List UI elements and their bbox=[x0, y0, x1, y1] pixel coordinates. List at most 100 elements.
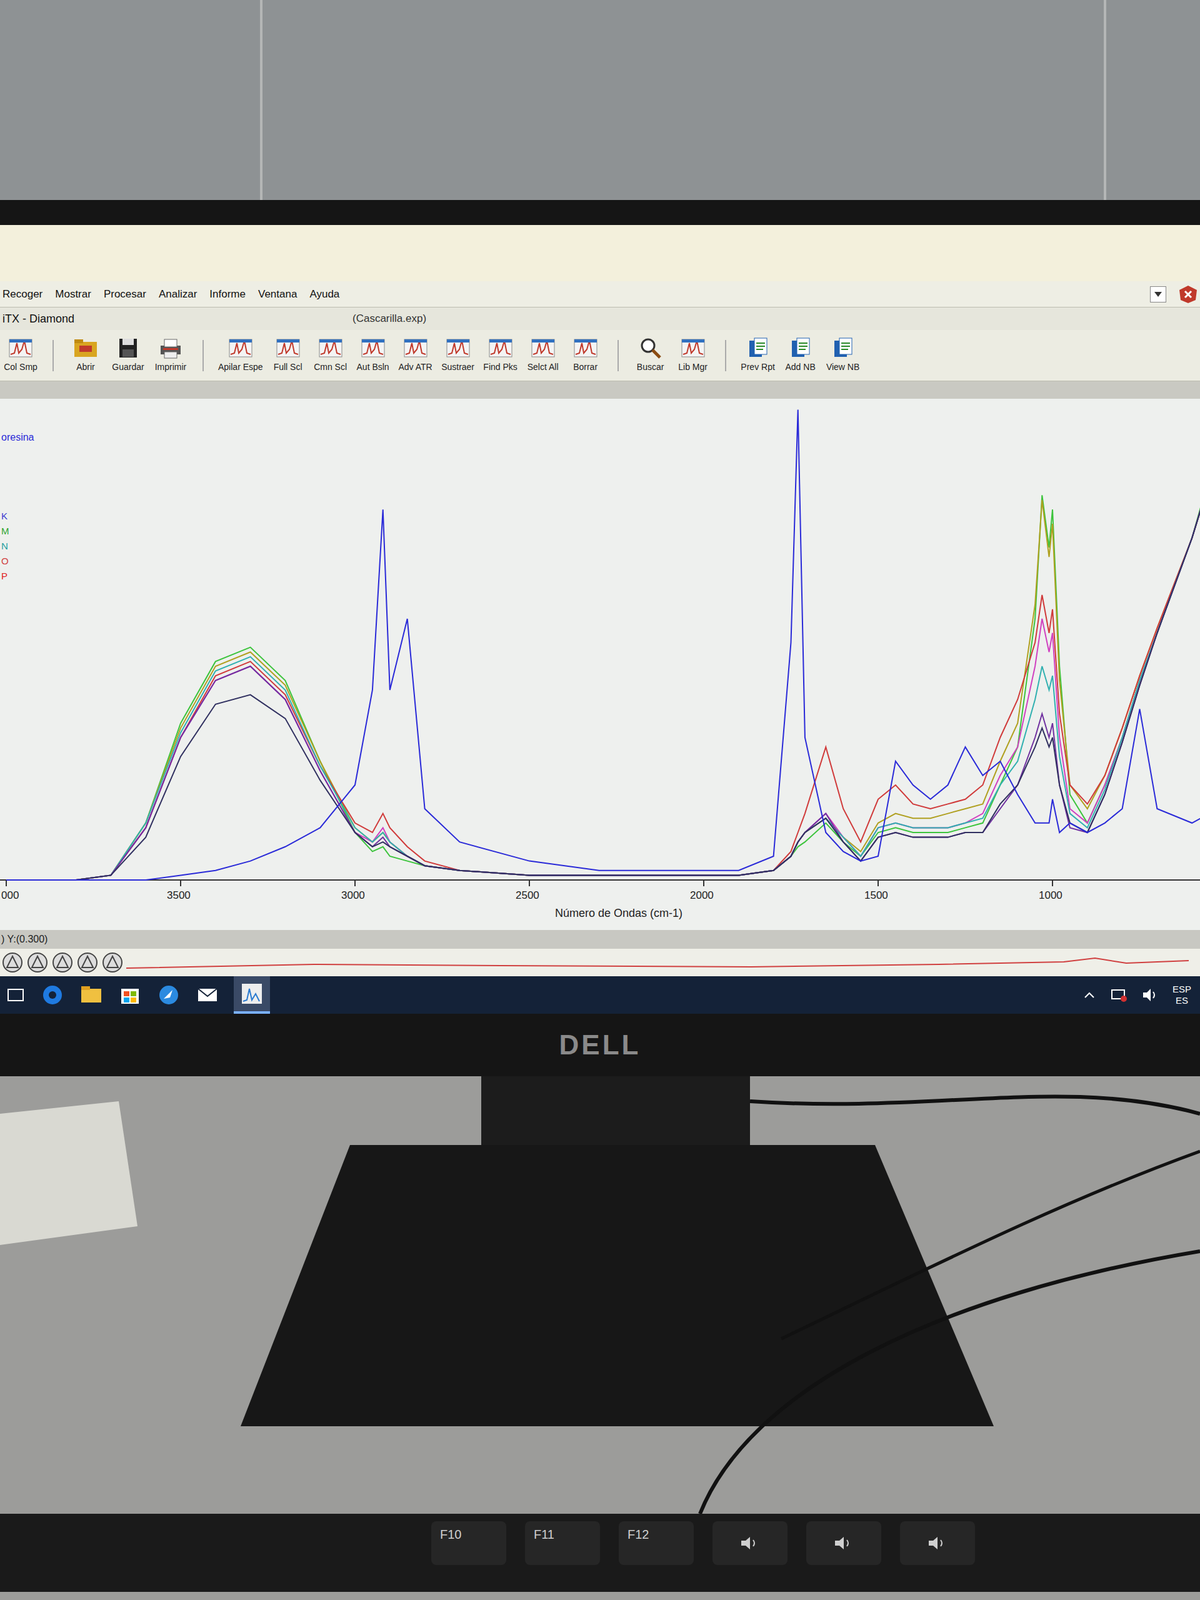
plot-area bbox=[0, 398, 1200, 887]
spectrum-app-icon bbox=[239, 981, 265, 1007]
menu-item[interactable]: Procesar bbox=[103, 286, 147, 303]
keyboard-key[interactable]: F12 bbox=[618, 1521, 694, 1565]
menu-item[interactable]: Mostrar bbox=[55, 286, 92, 303]
status-bar: ) Y:(0.300) bbox=[0, 930, 1200, 949]
status-text: ) Y:(0.300) bbox=[1, 931, 48, 947]
toolbar-separator bbox=[52, 340, 54, 372]
window-top bbox=[0, 225, 1200, 282]
spectrum-line bbox=[6, 481, 1200, 880]
toolbar-button[interactable]: Selct All bbox=[523, 336, 563, 374]
toolbar-button[interactable]: Full Scl bbox=[268, 336, 308, 374]
spectrum-icon bbox=[573, 336, 599, 360]
network-icon bbox=[1110, 986, 1128, 1004]
spectrum-line bbox=[6, 481, 1200, 880]
menu-item[interactable]: Ventana bbox=[258, 286, 297, 303]
spectrum-line bbox=[6, 476, 1200, 880]
toolbar-button[interactable]: Guardar bbox=[108, 336, 148, 374]
key-label: F11 bbox=[533, 1527, 555, 1542]
spectrum-icon bbox=[488, 336, 514, 360]
spectrum-line bbox=[6, 481, 1200, 880]
mail-icon bbox=[195, 982, 220, 1008]
toolbar-label: Buscar bbox=[636, 360, 665, 374]
volume-key-icon bbox=[739, 1534, 761, 1552]
title-row: iTX - Diamond(Cascarilla.exp) bbox=[0, 307, 1200, 330]
toolbar-label: Col Smp bbox=[3, 360, 38, 374]
desk bbox=[0, 1076, 1200, 1514]
toolbar-label: Lib Mgr bbox=[678, 360, 708, 374]
volume-icon bbox=[1141, 986, 1159, 1004]
toolbar-button[interactable]: Imprimir bbox=[151, 336, 190, 374]
toolbar-button[interactable]: Lib Mgr bbox=[673, 336, 713, 374]
toolbar-label: Apilar Espe bbox=[218, 360, 264, 374]
toolbar-button[interactable]: Sustraer bbox=[438, 336, 478, 374]
file-explorer-icon bbox=[78, 982, 104, 1008]
keyboard-key[interactable]: F11 bbox=[525, 1521, 600, 1565]
volume-key-icon bbox=[833, 1534, 855, 1552]
toolbar-label: Borrar bbox=[573, 360, 598, 374]
toolbar-button[interactable]: Adv ATR bbox=[396, 336, 435, 374]
menu-item[interactable]: Recoger bbox=[2, 286, 43, 303]
screen: Recoger Mostrar Procesar Analizar Informe Ven… bbox=[0, 225, 1200, 1014]
x-tick-label: 1500 bbox=[864, 887, 889, 904]
language-indicator[interactable]: ESPES bbox=[1172, 983, 1195, 1007]
toolbar-button[interactable]: View NB bbox=[823, 336, 863, 374]
menu-bar: Recoger Mostrar Procesar Analizar Informe Ven… bbox=[0, 281, 1200, 308]
monitor-bezel: DELL bbox=[0, 1013, 1200, 1077]
legend-item: K bbox=[1, 510, 34, 523]
x-tick-label: 1000 bbox=[1038, 887, 1063, 904]
spectrum-icon bbox=[228, 336, 254, 360]
toolbar-button[interactable]: Borrar bbox=[566, 336, 605, 374]
keyboard: F10 F11 F12 bbox=[0, 1513, 1200, 1592]
tray-text: ESP bbox=[1172, 983, 1192, 995]
monitor-stand bbox=[0, 1076, 1200, 1514]
toolbar-button[interactable]: Apilar Espe bbox=[216, 336, 265, 374]
toolbar-button[interactable]: Find Pks bbox=[481, 336, 520, 374]
toolbar-button[interactable]: Prev Rpt bbox=[738, 336, 778, 374]
legend-title: oresina bbox=[1, 430, 34, 445]
folder-icon bbox=[73, 336, 99, 360]
app-title: iTX - Diamond bbox=[2, 310, 353, 328]
toolbar-button[interactable]: Buscar bbox=[631, 336, 670, 374]
tool-strip bbox=[0, 948, 1200, 977]
toolbar-label: Cmn Scl bbox=[313, 360, 347, 374]
media-key[interactable] bbox=[712, 1521, 788, 1565]
media-key[interactable] bbox=[900, 1521, 975, 1565]
dell-logo: DELL bbox=[559, 1024, 642, 1066]
x-tick-label: 3500 bbox=[166, 887, 191, 904]
spectrum-icon bbox=[275, 336, 301, 360]
zoom-tool-icon bbox=[101, 951, 124, 974]
toolbar-button[interactable]: Cmn Scl bbox=[311, 336, 350, 374]
notebook-icon bbox=[788, 336, 814, 360]
notebook-icon bbox=[830, 336, 856, 360]
keyboard-key[interactable]: F10 bbox=[431, 1521, 507, 1565]
store-icon bbox=[117, 982, 143, 1008]
toolbar-button[interactable]: Col Smp bbox=[1, 336, 40, 374]
spectrum-icon bbox=[530, 336, 556, 360]
media-key[interactable] bbox=[806, 1521, 882, 1565]
key-label: F10 bbox=[440, 1527, 462, 1542]
legend-item: N bbox=[1, 540, 34, 553]
toolbar-label: Full Scl bbox=[273, 360, 303, 374]
toolbar-label: Aut Bsln bbox=[356, 360, 390, 374]
printer-icon bbox=[158, 336, 184, 360]
active-app[interactable] bbox=[233, 976, 270, 1014]
menu-item[interactable]: Ayuda bbox=[309, 286, 340, 303]
spectrum-icon bbox=[680, 336, 706, 360]
monitor: Recoger Mostrar Procesar Analizar Informe Ven… bbox=[0, 200, 1200, 1077]
menu-item[interactable]: Analizar bbox=[158, 286, 197, 303]
toolbar-label: Abrir bbox=[76, 360, 95, 374]
toolbar-button[interactable]: Abrir bbox=[66, 336, 105, 374]
menu-item[interactable]: Informe bbox=[209, 286, 246, 303]
toolbar-button[interactable]: Add NB bbox=[781, 336, 820, 374]
key-label: F12 bbox=[627, 1527, 649, 1542]
toolbar-button[interactable]: Aut Bsln bbox=[353, 336, 393, 374]
legend-item: O bbox=[1, 555, 34, 568]
toolbar-label: Selct All bbox=[527, 360, 559, 374]
task-view-icon bbox=[5, 984, 27, 1006]
dropdown-button[interactable] bbox=[1150, 286, 1167, 303]
legend: oresina KMNOP bbox=[1, 430, 34, 583]
toolbar-separator bbox=[725, 340, 727, 372]
spectrum-icon bbox=[445, 336, 471, 360]
legend-item: M bbox=[1, 525, 34, 538]
legend-item: P bbox=[1, 570, 34, 583]
